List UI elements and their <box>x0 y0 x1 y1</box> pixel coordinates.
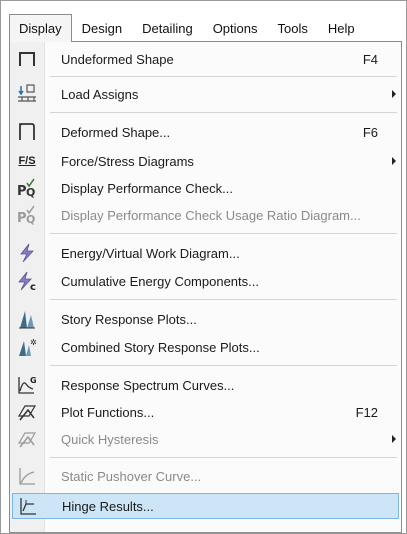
menu-item-undeformed-shape[interactable]: Undeformed Shape F4 <box>10 46 401 72</box>
menu-item-label: Deformed Shape... <box>61 124 171 140</box>
menu-item-story-response-plots[interactable]: Story Response Plots... <box>10 306 401 332</box>
deformed-shape-icon <box>14 121 40 143</box>
hinge-results-icon <box>15 495 41 517</box>
menu-separator <box>50 365 397 366</box>
svg-text:Q: Q <box>26 186 35 198</box>
menu-item-label: Undeformed Shape <box>61 51 174 67</box>
plot-functions-icon <box>14 401 40 423</box>
menu-tools[interactable]: Tools <box>268 14 318 42</box>
load-assigns-icon <box>14 83 40 105</box>
menu-separator <box>50 112 397 113</box>
menu-item-response-spectrum[interactable]: G Response Spectrum Curves... <box>10 372 401 398</box>
menu-item-combined-story-response[interactable]: ✲ Combined Story Response Plots... <box>10 334 401 360</box>
menu-design[interactable]: Design <box>72 14 132 42</box>
response-spectrum-icon: G <box>14 374 40 396</box>
menu-item-shortcut: F6 <box>362 124 378 140</box>
svg-text:✲: ✲ <box>30 338 37 347</box>
menu-options[interactable]: Options <box>203 14 268 42</box>
undeformed-shape-icon <box>14 48 40 70</box>
energy-diagram-icon <box>14 242 40 264</box>
menu-item-energy-virtual-work[interactable]: Energy/Virtual Work Diagram... <box>10 240 401 266</box>
menu-item-load-assigns[interactable]: Load Assigns <box>10 81 401 107</box>
display-dropdown-menu: Undeformed Shape F4 Load Assigns Deforme… <box>9 41 402 533</box>
menu-item-shortcut: F4 <box>362 51 378 67</box>
pushover-curve-icon <box>14 465 40 487</box>
quick-hysteresis-icon <box>14 428 40 450</box>
force-stress-icon: F/S <box>18 155 36 167</box>
menu-item-label: Response Spectrum Curves... <box>61 377 235 393</box>
menu-item-deformed-shape[interactable]: Deformed Shape... F6 <box>10 119 401 145</box>
menu-item-hinge-results[interactable]: Hinge Results... <box>12 493 399 519</box>
menu-display[interactable]: Display <box>9 14 72 42</box>
menu-separator <box>50 299 397 300</box>
submenu-arrow-icon <box>392 157 396 165</box>
window-frame: Display Design Detailing Options Tools H… <box>0 0 407 534</box>
menu-item-label: Static Pushover Curve... <box>61 468 202 484</box>
menu-detailing[interactable]: Detailing <box>132 14 203 42</box>
menu-item-static-pushover-curve[interactable]: Static Pushover Curve... <box>10 463 401 489</box>
menu-item-label: Energy/Virtual Work Diagram... <box>61 245 240 261</box>
menu-item-label: Plot Functions... <box>61 404 155 420</box>
performance-check-icon: P Q <box>14 177 40 199</box>
menu-item-label: Display Performance Check... <box>61 180 233 196</box>
menu-item-label: Hinge Results... <box>62 498 154 514</box>
menu-item-label: Load Assigns <box>61 86 139 102</box>
menu-item-label: Display Performance Check Usage Ratio Di… <box>61 207 361 223</box>
submenu-arrow-icon <box>392 90 396 98</box>
menu-bar: Display Design Detailing Options Tools H… <box>9 14 400 42</box>
menu-item-label: Quick Hysteresis <box>61 431 159 447</box>
menu-separator <box>50 76 397 77</box>
usage-ratio-icon: P Q <box>14 204 40 226</box>
menu-item-label: Combined Story Response Plots... <box>61 339 260 355</box>
menu-item-force-stress-diagrams[interactable]: F/S Force/Stress Diagrams <box>10 148 401 174</box>
menu-item-label: Force/Stress Diagrams <box>61 153 194 169</box>
menu-separator <box>50 457 397 458</box>
menu-item-usage-ratio-diagram[interactable]: P Q Display Performance Check Usage Rati… <box>10 202 401 228</box>
svg-text:c: c <box>30 282 36 291</box>
menu-item-plot-functions[interactable]: Plot Functions... F12 <box>10 399 401 425</box>
menu-item-shortcut: F12 <box>355 404 378 420</box>
submenu-arrow-icon <box>392 435 396 443</box>
cumulative-energy-icon: c <box>14 270 40 292</box>
menu-item-display-performance-check[interactable]: P Q Display Performance Check... <box>10 175 401 201</box>
combined-story-response-icon: ✲ <box>14 336 40 358</box>
menu-help[interactable]: Help <box>318 14 365 42</box>
svg-text:G: G <box>30 376 37 385</box>
menu-item-cumulative-energy[interactable]: c Cumulative Energy Components... <box>10 268 401 294</box>
svg-text:Q: Q <box>26 213 35 225</box>
menu-separator <box>50 233 397 234</box>
menu-item-label: Cumulative Energy Components... <box>61 273 259 289</box>
menu-item-quick-hysteresis[interactable]: Quick Hysteresis <box>10 426 401 452</box>
story-response-icon <box>14 308 40 330</box>
menu-item-label: Story Response Plots... <box>61 311 197 327</box>
